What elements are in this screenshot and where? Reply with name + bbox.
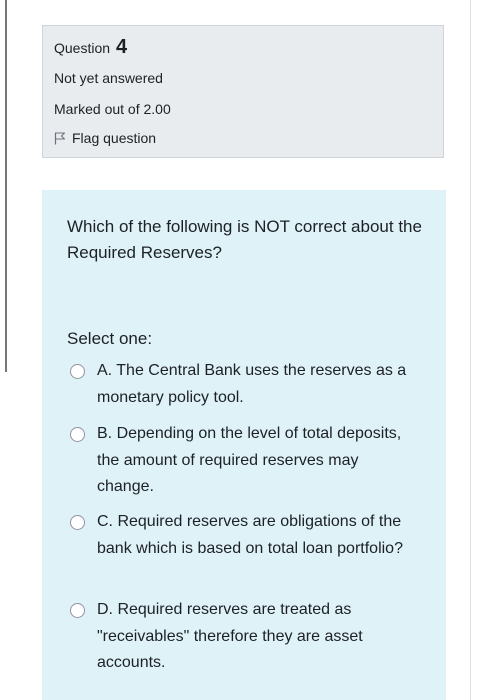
divider (470, 0, 471, 700)
scroll-indicator (5, 0, 7, 372)
answer-option-a[interactable]: A. The Central Bank uses the reserves as… (70, 361, 420, 411)
answer-option-c-text: C. Required reserves are obligations of … (97, 513, 403, 557)
radio-button-a[interactable] (70, 364, 85, 379)
question-number: 4 (115, 36, 128, 58)
radio-button-b[interactable] (70, 427, 85, 442)
answer-option-b-text: B. Depending on the level of total depos… (97, 425, 402, 495)
radio-button-d[interactable] (70, 603, 85, 618)
select-one-prompt: Select one: (67, 329, 153, 348)
question-grade: Marked out of 2.00 (54, 101, 171, 117)
answer-option-d-text: D. Required reserves are treated as "rec… (97, 601, 363, 671)
flag-question-label: Flag question (72, 130, 157, 146)
question-content-panel: Which of the following is NOT correct ab… (42, 190, 446, 700)
question-info-panel: Question 4 Not yet answered Marked out o… (42, 25, 444, 158)
question-label: Question (54, 40, 111, 56)
quiz-page: Question 4 Not yet answered Marked out o… (0, 0, 489, 700)
flag-question-button[interactable]: Flag question (54, 130, 156, 146)
answer-option-d[interactable]: D. Required reserves are treated as "rec… (70, 600, 420, 677)
answer-option-b[interactable]: B. Depending on the level of total depos… (70, 424, 420, 501)
answer-option-a-text: A. The Central Bank uses the reserves as… (97, 362, 407, 406)
question-state: Not yet answered (54, 70, 163, 86)
question-heading: Question 4 (54, 36, 127, 59)
question-text: Which of the following is NOT correct ab… (67, 217, 422, 262)
radio-button-c[interactable] (70, 515, 85, 530)
flag-icon (54, 131, 66, 144)
answer-option-c[interactable]: C. Required reserves are obligations of … (70, 512, 420, 562)
